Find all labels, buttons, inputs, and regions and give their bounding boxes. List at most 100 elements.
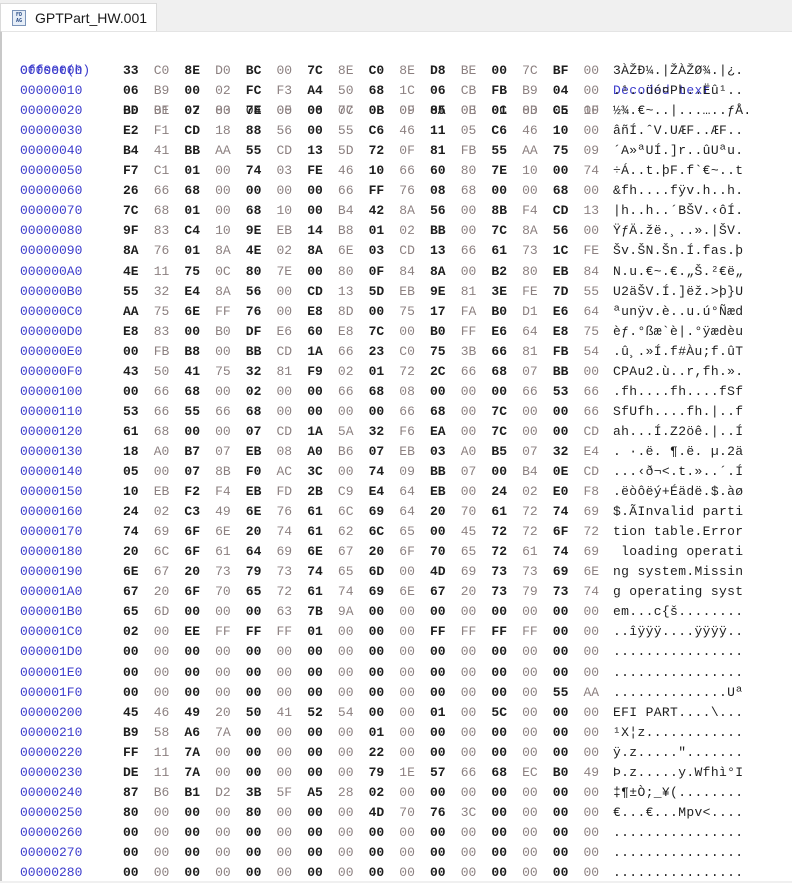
decoded-text[interactable]: $.ÃInvalid parti (613, 502, 743, 522)
hex-byte[interactable]: 72 (491, 542, 513, 562)
hex-byte[interactable]: 8B (491, 201, 513, 221)
hex-byte[interactable]: 00 (522, 642, 544, 662)
hex-byte[interactable]: 8A (399, 201, 421, 221)
hex-byte[interactable]: 61 (307, 502, 329, 522)
hex-byte[interactable]: 83 (154, 221, 176, 241)
decoded-text[interactable]: .¹..üó¤Ph..Ëû¹.. (613, 81, 743, 101)
hex-byte[interactable]: BF (553, 61, 575, 81)
hex-byte[interactable]: 9A (338, 602, 360, 622)
hex-byte[interactable]: 00 (461, 382, 483, 402)
hex-byte[interactable]: 69 (461, 562, 483, 582)
hex-byte[interactable]: 23 (369, 342, 391, 362)
hex-byte[interactable]: 72 (369, 141, 391, 161)
hex-byte[interactable]: 00 (461, 863, 483, 883)
hex-byte[interactable]: 00 (154, 663, 176, 683)
hex-byte[interactable]: EB (246, 482, 268, 502)
hex-byte[interactable]: 00 (522, 703, 544, 723)
hex-byte[interactable]: 07 (184, 462, 206, 482)
hex-byte[interactable]: 8B (215, 462, 237, 482)
hex-byte[interactable]: 04 (553, 81, 575, 101)
decoded-text[interactable]: ÿ.z....."....... (613, 743, 743, 763)
hex-byte[interactable]: 55 (491, 141, 513, 161)
hex-byte[interactable]: 07 (369, 442, 391, 462)
hex-byte[interactable]: 6E (399, 582, 421, 602)
hex-byte[interactable]: 00 (215, 843, 237, 863)
hex-byte[interactable]: 00 (399, 743, 421, 763)
hex-byte[interactable]: 68 (246, 402, 268, 422)
hex-byte[interactable]: 74 (338, 582, 360, 602)
hex-byte[interactable]: E8 (338, 322, 360, 342)
hex-byte[interactable]: 00 (522, 783, 544, 803)
hex-byte[interactable]: 74 (584, 582, 606, 602)
hex-byte[interactable]: 66 (461, 763, 483, 783)
hex-byte[interactable]: 00 (123, 863, 145, 883)
hex-byte[interactable]: 00 (584, 823, 606, 843)
hex-byte[interactable]: 00 (215, 382, 237, 402)
hex-byte[interactable]: 00 (215, 201, 237, 221)
hex-byte[interactable]: FE (522, 282, 544, 302)
hex-byte[interactable]: 07 (215, 442, 237, 462)
hex-byte[interactable]: 00 (522, 723, 544, 743)
hex-byte[interactable]: 00 (553, 823, 575, 843)
hex-byte[interactable]: 43 (123, 362, 145, 382)
hex-byte[interactable]: 00 (584, 703, 606, 723)
hex-byte[interactable]: 00 (584, 81, 606, 101)
hex-byte[interactable]: 00 (553, 622, 575, 642)
hex-byte[interactable]: 56 (277, 121, 299, 141)
hex-byte[interactable]: 00 (461, 723, 483, 743)
hex-byte[interactable]: 00 (123, 382, 145, 402)
decoded-text[interactable]: ................ (613, 843, 743, 863)
hex-byte[interactable]: 00 (399, 683, 421, 703)
hex-byte[interactable]: 00 (215, 683, 237, 703)
hex-byte[interactable]: 01 (184, 201, 206, 221)
hex-byte[interactable]: B9 (522, 81, 544, 101)
decoded-text[interactable]: ah...Í.Z2öê.|..Í (613, 422, 743, 442)
hex-byte[interactable]: 45 (123, 703, 145, 723)
decoded-text[interactable]: U2äŠV.Í.]ëž.>þ}U (613, 282, 743, 302)
decoded-text[interactable]: 3ÀŽÐ¼.|ŽÀŽØ¾.|¿. (613, 61, 743, 81)
hex-byte[interactable]: FF (522, 622, 544, 642)
hex-byte[interactable]: 08 (399, 382, 421, 402)
hex-byte[interactable]: 00 (491, 823, 513, 843)
hex-byte[interactable]: 62 (338, 522, 360, 542)
hex-byte[interactable]: 01 (430, 703, 452, 723)
hex-byte[interactable]: B5 (491, 442, 513, 462)
hex-byte[interactable]: B4 (338, 201, 360, 221)
hex-byte[interactable]: 00 (184, 322, 206, 342)
hex-byte[interactable]: 1E (399, 763, 421, 783)
hex-byte[interactable]: 6F (184, 582, 206, 602)
hex-byte[interactable]: 00 (338, 803, 360, 823)
hex-byte[interactable]: 7E (277, 262, 299, 282)
hex-byte[interactable]: B0 (553, 763, 575, 783)
hex-byte[interactable]: 00 (277, 743, 299, 763)
hex-byte[interactable]: C1 (154, 161, 176, 181)
hex-byte[interactable]: 00 (246, 843, 268, 863)
hex-byte[interactable]: 00 (522, 843, 544, 863)
hex-byte[interactable]: 65 (399, 522, 421, 542)
hex-byte[interactable]: 00 (307, 262, 329, 282)
decoded-text[interactable]: ................ (613, 642, 743, 662)
hex-byte[interactable]: A4 (307, 81, 329, 101)
decoded-text[interactable]: ÷Á..t.þF.f`€~..t (613, 161, 743, 181)
hex-byte[interactable]: 66 (491, 342, 513, 362)
hex-byte[interactable]: FF (430, 622, 452, 642)
hex-byte[interactable]: 06 (123, 81, 145, 101)
hex-byte[interactable]: 00 (154, 843, 176, 863)
hex-byte[interactable]: CD (277, 422, 299, 442)
decoded-text[interactable]: ................ (613, 663, 743, 683)
hex-byte[interactable]: BD (123, 101, 145, 121)
hex-byte[interactable]: 00 (522, 402, 544, 422)
hex-byte[interactable]: 3B (461, 342, 483, 362)
hex-byte[interactable]: 00 (553, 743, 575, 763)
hex-byte[interactable]: 00 (491, 382, 513, 402)
hex-byte[interactable]: 6F (184, 522, 206, 542)
hex-byte[interactable]: 00 (584, 843, 606, 863)
hex-byte[interactable]: FB (491, 81, 513, 101)
hex-byte[interactable]: F9 (307, 362, 329, 382)
hex-byte[interactable]: F0 (246, 462, 268, 482)
hex-byte[interactable]: 00 (430, 863, 452, 883)
hex-byte[interactable]: 61 (215, 542, 237, 562)
hex-byte[interactable]: 00 (584, 663, 606, 683)
hex-byte[interactable]: EA (430, 422, 452, 442)
decoded-text[interactable]: . ·.ë. ¶.ë. µ.2ä (613, 442, 743, 462)
